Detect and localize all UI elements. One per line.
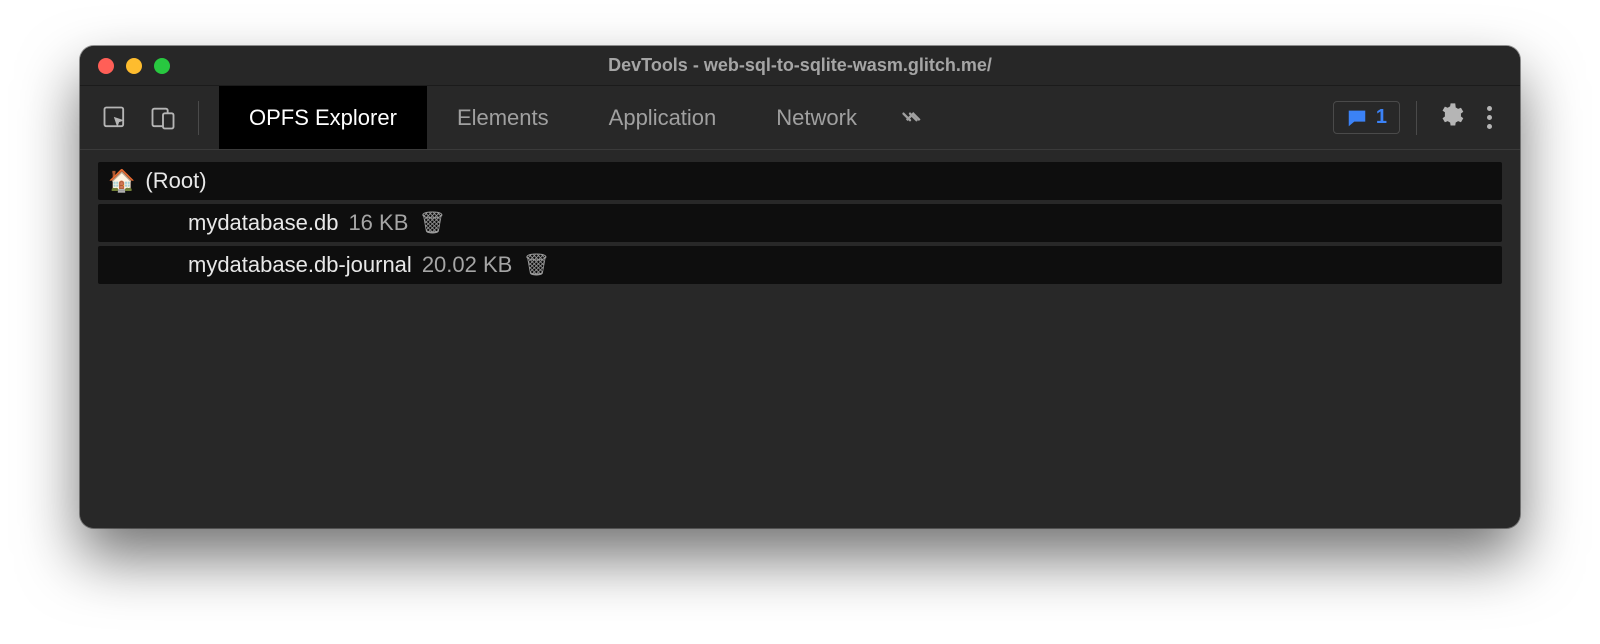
trash-icon[interactable]: 🗑 [418,210,446,236]
tab-label: Network [776,105,857,131]
tabbar-separator [198,101,199,135]
close-window-button[interactable] [98,58,114,74]
inspect-element-icon[interactable] [98,101,132,135]
tabbar-right-separator [1416,101,1417,135]
device-toolbar-icon[interactable] [146,101,180,135]
more-tabs-button[interactable] [887,86,933,149]
tabbar-right-controls: 1 [1333,86,1520,149]
trash-icon[interactable]: 🗑 [522,252,550,278]
tree-file-row[interactable]: mydatabase.db-journal 20.02 KB 🗑 [98,246,1502,284]
window-controls [80,58,170,74]
tab-network[interactable]: Network [746,86,887,149]
file-size: 20.02 KB [422,252,513,278]
devtools-tabbar: OPFS Explorer Elements Application Netwo… [80,86,1520,150]
file-size: 16 KB [348,210,408,236]
more-options-button[interactable] [1477,100,1502,135]
window-title: DevTools - web-sql-to-sqlite-wasm.glitch… [608,55,992,76]
tab-label: OPFS Explorer [249,105,397,131]
issues-count: 1 [1376,106,1387,129]
tree-file-row[interactable]: mydatabase.db 16 KB 🗑 [98,204,1502,242]
file-name: mydatabase.db-journal [188,252,412,278]
tab-application[interactable]: Application [579,86,747,149]
issues-badge[interactable]: 1 [1333,101,1400,134]
titlebar: DevTools - web-sql-to-sqlite-wasm.glitch… [80,46,1520,86]
home-icon: 🏠 [108,170,135,192]
tab-opfs-explorer[interactable]: OPFS Explorer [219,86,427,149]
opfs-explorer-pane: 🏠 (Root) mydatabase.db 16 KB 🗑 mydatabas… [80,150,1520,528]
minimize-window-button[interactable] [126,58,142,74]
chat-icon [1346,107,1368,129]
root-label: (Root) [145,168,206,194]
maximize-window-button[interactable] [154,58,170,74]
tab-label: Elements [457,105,549,131]
devtools-window: DevTools - web-sql-to-sqlite-wasm.glitch… [80,46,1520,528]
gear-icon [1436,101,1464,134]
tabbar-left-controls [80,86,219,149]
tab-elements[interactable]: Elements [427,86,579,149]
tab-label: Application [609,105,717,131]
settings-button[interactable] [1433,101,1467,135]
tree-root-row[interactable]: 🏠 (Root) [98,162,1502,200]
file-name: mydatabase.db [188,210,338,236]
